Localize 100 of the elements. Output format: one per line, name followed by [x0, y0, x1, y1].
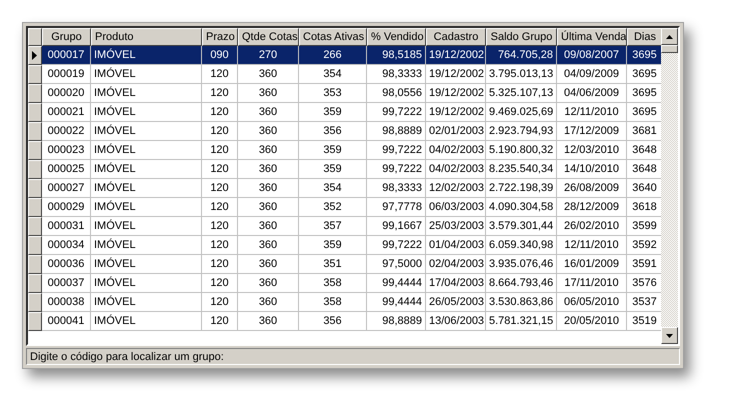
column-header[interactable]: Última Venda: [557, 28, 627, 46]
table-cell: 000027: [42, 179, 91, 198]
status-text: Digite o código para localizar um grupo:: [30, 351, 224, 363]
table-cell: IMÓVEL: [91, 255, 202, 274]
column-header[interactable]: % Vendido: [367, 28, 426, 46]
table-cell: 120: [202, 65, 238, 84]
table-cell: 358: [299, 274, 367, 293]
table-cell: 000037: [42, 274, 91, 293]
table-cell: 360: [238, 65, 299, 84]
table-cell: 98,5185: [367, 46, 426, 65]
table-cell: IMÓVEL: [91, 141, 202, 160]
table-cell: 359: [299, 236, 367, 255]
table-row[interactable]: 000029 IMÓVEL 120 360 352 97,7778 06/03/2003 4.090.304,58 28/12/2009 3618: [28, 198, 661, 217]
table-cell: 98,3333: [367, 65, 426, 84]
table-cell: 2.722.198,39: [486, 179, 557, 198]
table-cell: 04/06/2009: [557, 84, 627, 103]
table-row[interactable]: 000038 IMÓVEL 120 360 358 99,4444 26/05/2003 3.530.863,86 06/05/2010 3537: [28, 293, 661, 312]
table-cell: 2.923.794,93: [486, 122, 557, 141]
table-cell: 98,8889: [367, 122, 426, 141]
table-row[interactable]: 000020 IMÓVEL 120 360 353 98,0556 19/12/2002 5.325.107,13 04/06/2009 3695: [28, 84, 661, 103]
table-cell: 356: [299, 122, 367, 141]
table-cell: 356: [299, 312, 367, 331]
table-cell: 12/11/2010: [557, 103, 627, 122]
table-cell: IMÓVEL: [91, 46, 202, 65]
table-cell: 354: [299, 65, 367, 84]
table-cell: 120: [202, 179, 238, 198]
table-row[interactable]: 000022 IMÓVEL 120 360 356 98,8889 02/01/2003 2.923.794,93 17/12/2009 3681: [28, 122, 661, 141]
table-cell: 9.469.025,69: [486, 103, 557, 122]
table-cell: 19/12/2002: [426, 103, 486, 122]
table-cell: 04/09/2009: [557, 65, 627, 84]
table-row[interactable]: 000023 IMÓVEL 120 360 359 99,7222 04/02/2003 5.190.800,32 12/03/2010 3648: [28, 141, 661, 160]
table-cell: 3.795.013,13: [486, 65, 557, 84]
table-cell: 99,1667: [367, 217, 426, 236]
table-row[interactable]: 000041 IMÓVEL 120 360 356 98,8889 13/06/2003 5.781.321,15 20/05/2010 3519: [28, 312, 661, 331]
scrollbar-thumb[interactable]: [661, 45, 678, 53]
table-cell: 000021: [42, 103, 91, 122]
table-cell: 360: [238, 141, 299, 160]
table-cell: 000025: [42, 160, 91, 179]
table-cell: 120: [202, 217, 238, 236]
down-arrow-icon: [666, 334, 673, 338]
table-row[interactable]: 000017 IMÓVEL 090 270 266 98,5185 19/12/2002 764.705,28 09/08/2007 3695: [28, 46, 661, 65]
column-header[interactable]: Saldo Grupo: [486, 28, 557, 46]
table-cell: 353: [299, 84, 367, 103]
table-cell: 4.090.304,58: [486, 198, 557, 217]
table-cell: IMÓVEL: [91, 179, 202, 198]
column-header[interactable]: Cotas Ativas: [299, 28, 367, 46]
table-row[interactable]: 000027 IMÓVEL 120 360 354 98,3333 12/02/2003 2.722.198,39 26/08/2009 3640: [28, 179, 661, 198]
table-row[interactable]: 000037 IMÓVEL 120 360 358 99,4444 17/04/2003 8.664.793,46 17/11/2010 3576: [28, 274, 661, 293]
column-header[interactable]: Grupo: [42, 28, 91, 46]
table-cell: 354: [299, 179, 367, 198]
scroll-up-button[interactable]: [661, 28, 678, 45]
table-cell: 17/11/2010: [557, 274, 627, 293]
scroll-down-button[interactable]: [661, 327, 678, 344]
table-cell: 359: [299, 141, 367, 160]
table-cell: 99,4444: [367, 293, 426, 312]
table-cell: IMÓVEL: [91, 293, 202, 312]
table-cell: 357: [299, 217, 367, 236]
table-cell: 28/12/2009: [557, 198, 627, 217]
table-cell: 98,0556: [367, 84, 426, 103]
table-cell: 06/05/2010: [557, 293, 627, 312]
table-cell: 358: [299, 293, 367, 312]
table-cell: 360: [238, 103, 299, 122]
table-cell: 14/10/2010: [557, 160, 627, 179]
table-row[interactable]: 000019 IMÓVEL 120 360 354 98,3333 19/12/2002 3.795.013,13 04/09/2009 3695: [28, 65, 661, 84]
table-cell: 16/01/2009: [557, 255, 627, 274]
up-arrow-icon: [666, 34, 673, 38]
table-cell: 000034: [42, 236, 91, 255]
table-cell: 000041: [42, 312, 91, 331]
column-header[interactable]: Dias: [627, 28, 661, 46]
table-cell: 26/02/2010: [557, 217, 627, 236]
table-cell: 351: [299, 255, 367, 274]
table-cell: 360: [238, 198, 299, 217]
column-header[interactable]: Prazo: [202, 28, 238, 46]
table-cell: 17/04/2003: [426, 274, 486, 293]
table-row[interactable]: 000034 IMÓVEL 120 360 359 99,7222 01/04/2003 6.059.340,98 12/11/2010 3592: [28, 236, 661, 255]
table-cell: 12/11/2010: [557, 236, 627, 255]
table-row[interactable]: 000036 IMÓVEL 120 360 351 97,5000 02/04/2003 3.935.076,46 16/01/2009 3591: [28, 255, 661, 274]
column-header[interactable]: Cadastro: [426, 28, 486, 46]
table-cell: 17/12/2009: [557, 122, 627, 141]
table-cell: 360: [238, 293, 299, 312]
table-cell: IMÓVEL: [91, 312, 202, 331]
table-cell: 266: [299, 46, 367, 65]
table-cell: IMÓVEL: [91, 122, 202, 141]
column-header[interactable]: Produto: [91, 28, 202, 46]
column-header[interactable]: Qtde Cotas: [238, 28, 299, 46]
table-cell: 360: [238, 160, 299, 179]
table-cell: 5.781.321,15: [486, 312, 557, 331]
table-cell: 3695: [627, 46, 661, 65]
table-row[interactable]: 000025 IMÓVEL 120 360 359 99,7222 04/02/2003 8.235.540,34 14/10/2010 3648: [28, 160, 661, 179]
table-cell: 120: [202, 274, 238, 293]
table-row[interactable]: 000021 IMÓVEL 120 360 359 99,7222 19/12/2002 9.469.025,69 12/11/2010 3695: [28, 103, 661, 122]
table-row[interactable]: 000031 IMÓVEL 120 360 357 99,1667 25/03/2003 3.579.301,44 26/02/2010 3599: [28, 217, 661, 236]
table-cell: 000023: [42, 141, 91, 160]
table-cell: IMÓVEL: [91, 274, 202, 293]
table-cell: IMÓVEL: [91, 236, 202, 255]
table-cell: 12/02/2003: [426, 179, 486, 198]
table-cell: 6.059.340,98: [486, 236, 557, 255]
table-cell: 01/04/2003: [426, 236, 486, 255]
table-cell: 99,7222: [367, 160, 426, 179]
table-cell: 120: [202, 236, 238, 255]
